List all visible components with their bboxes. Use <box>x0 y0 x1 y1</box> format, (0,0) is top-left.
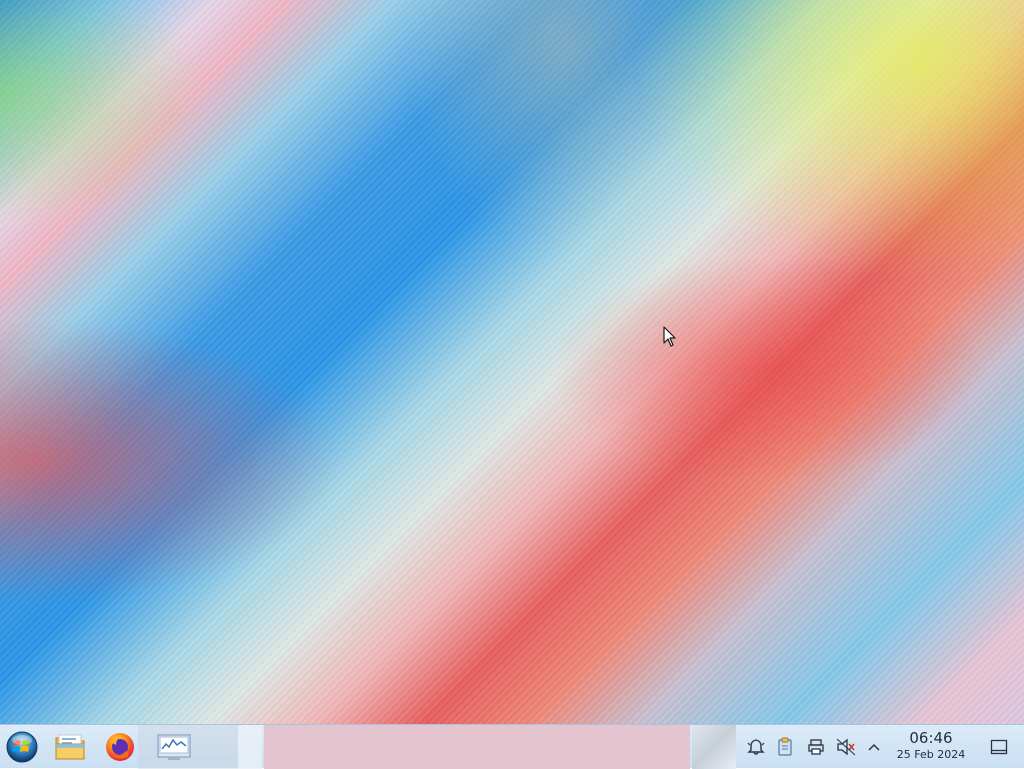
taskbar-separator <box>238 725 262 769</box>
system-monitor-icon <box>157 734 191 760</box>
printer-icon <box>808 739 824 755</box>
clock-time: 06:46 <box>909 729 953 747</box>
clipboard-icon <box>778 737 792 756</box>
tray-separator <box>692 725 736 769</box>
file-manager-launcher[interactable] <box>50 729 90 765</box>
show-hidden-icons-button[interactable] <box>864 725 884 769</box>
clock[interactable]: 06:46 25 Feb 2024 <box>888 729 974 765</box>
windows-orb-icon <box>6 731 38 763</box>
show-desktop-icon <box>990 739 1008 755</box>
clipboard-button[interactable] <box>773 725 797 769</box>
start-button[interactable] <box>2 729 42 765</box>
firefox-icon <box>106 733 134 761</box>
taskbar: 06:46 25 Feb 2024 <box>0 724 1024 769</box>
clock-date: 25 Feb 2024 <box>896 748 966 761</box>
chevron-up-icon <box>868 743 880 751</box>
firefox-launcher[interactable] <box>100 729 140 765</box>
printer-button[interactable] <box>804 725 828 769</box>
show-desktop-button[interactable] <box>984 733 1014 761</box>
system-monitor-launcher[interactable] <box>150 729 198 765</box>
notifications-button[interactable] <box>744 725 768 769</box>
file-manager-icon <box>55 734 85 760</box>
volume-muted-icon <box>836 738 856 756</box>
task-list-area[interactable] <box>264 725 690 769</box>
mouse-pointer-icon <box>663 326 676 347</box>
notification-bell-icon <box>747 739 765 755</box>
desktop-wallpaper[interactable] <box>0 0 1024 768</box>
volume-button[interactable] <box>834 725 858 769</box>
